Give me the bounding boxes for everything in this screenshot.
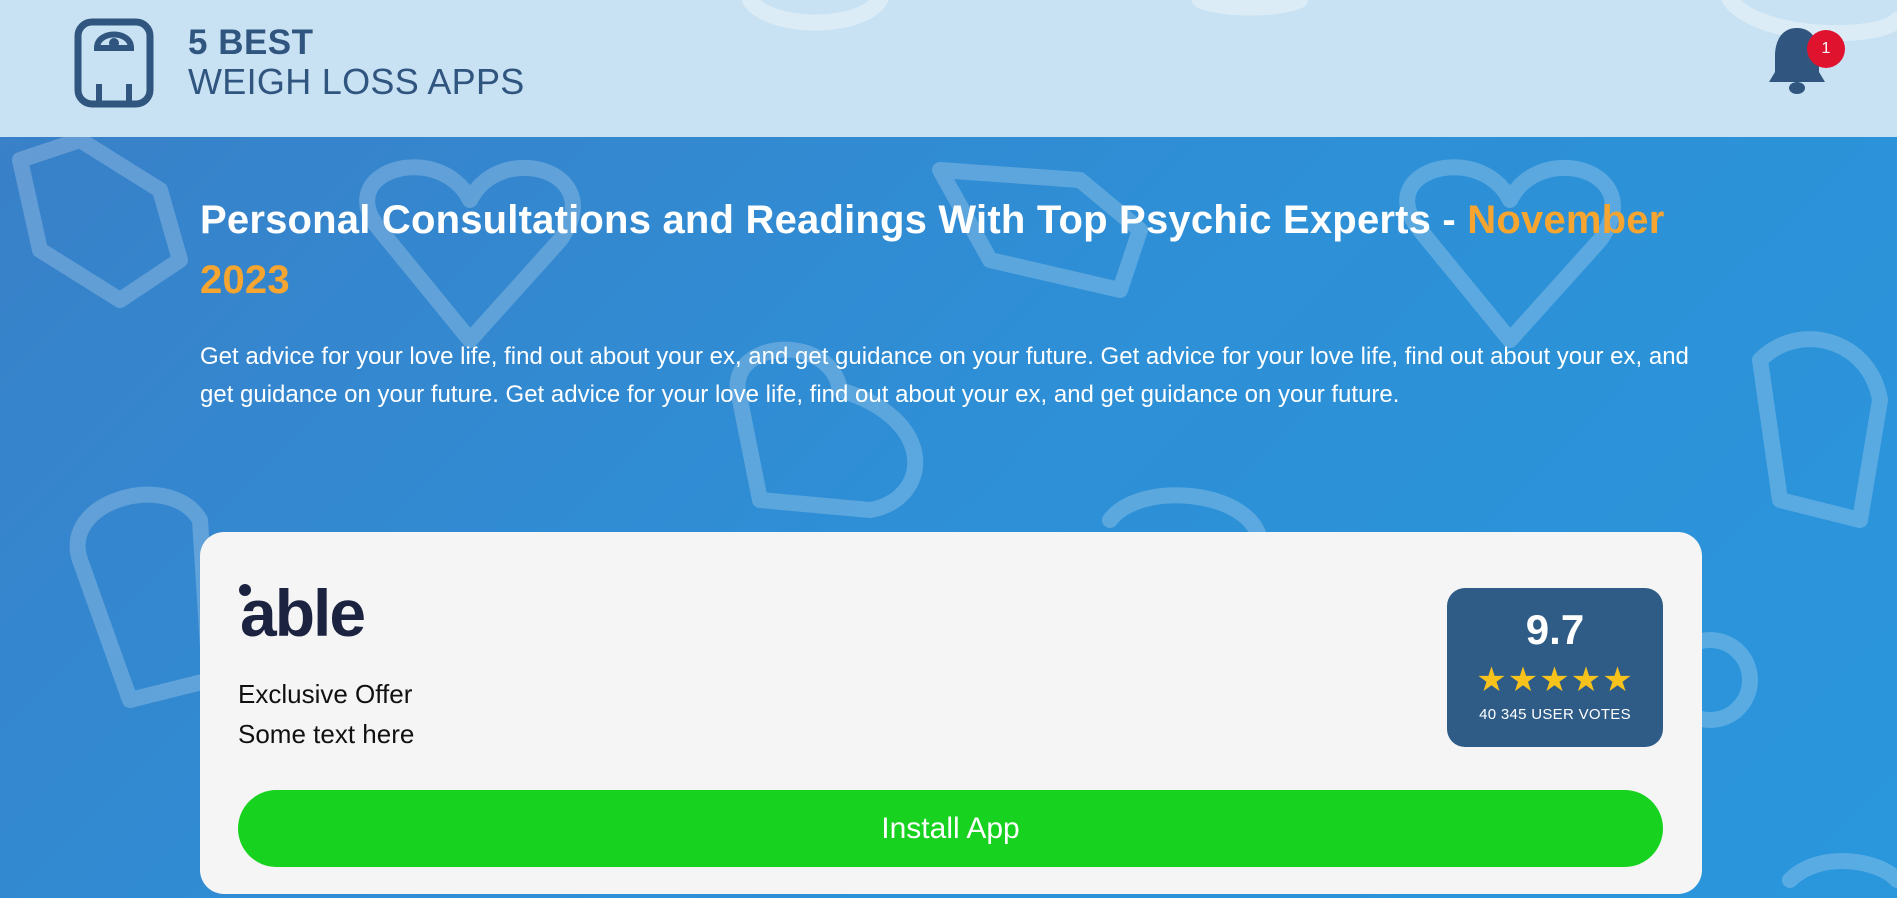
notification-button[interactable]: 1: [1767, 24, 1845, 102]
offer-info: Exclusive Offer Some text here: [238, 674, 414, 754]
star-rating: ★★★★★: [1476, 661, 1634, 699]
page-description: Get advice for your love life, find out …: [200, 343, 1689, 408]
scale-icon: [74, 18, 154, 108]
page-title: Personal Consultations and Readings With…: [200, 190, 1700, 310]
offer-title: Exclusive Offer: [238, 679, 413, 709]
site-header: 5 BEST WEIGH LOSS APPS 1: [0, 0, 1897, 137]
rating-box: 9.7 ★★★★★ 40 345 USER VOTES: [1447, 588, 1663, 747]
logo-title: 5 BEST: [188, 23, 314, 63]
title-main: Personal Consultations and Readings With…: [200, 198, 1468, 242]
rating-score: 9.7: [1525, 606, 1585, 653]
hero-section: Personal Consultations and Readings With…: [200, 190, 1700, 414]
logo-subtitle: WEIGH LOSS APPS: [188, 61, 525, 103]
able-logo[interactable]: able: [236, 576, 396, 646]
site-logo[interactable]: 5 BEST WEIGH LOSS APPS: [73, 18, 525, 108]
brand-name: able: [240, 576, 364, 646]
user-votes: 40 345 USER VOTES: [1479, 706, 1631, 723]
notification-badge: 1: [1807, 30, 1845, 68]
app-card: able Exclusive Offer Some text here 9.7 …: [200, 532, 1702, 894]
offer-text: Some text here: [238, 719, 415, 749]
install-app-button[interactable]: Install App: [238, 790, 1663, 867]
